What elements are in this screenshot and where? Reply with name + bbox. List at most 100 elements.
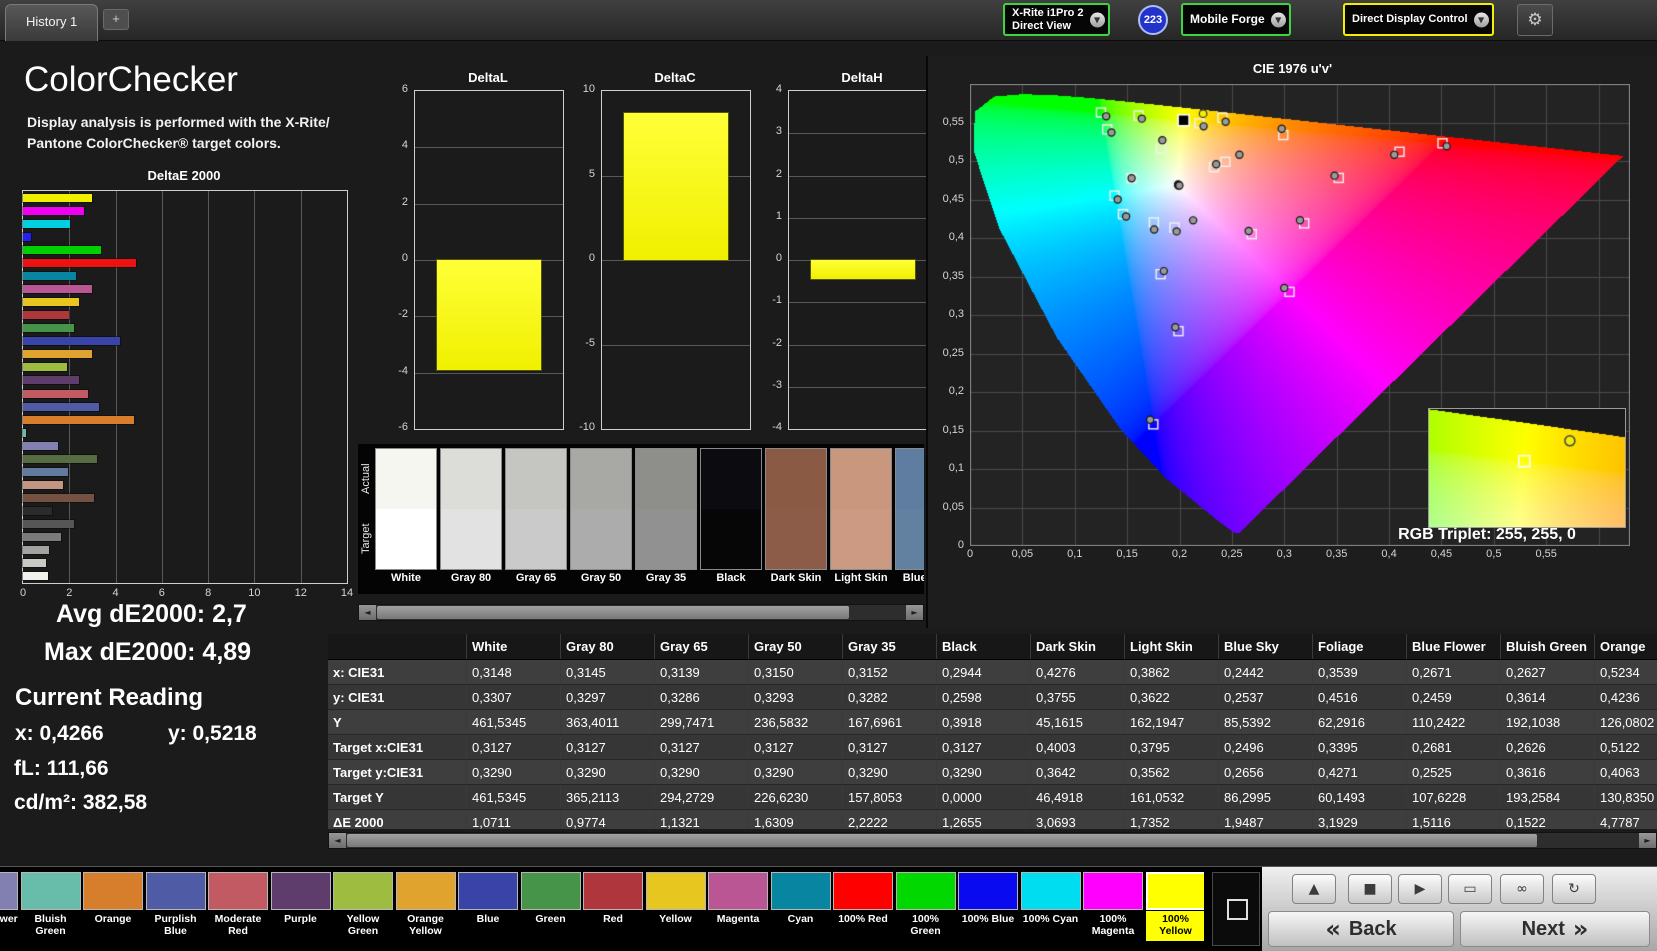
- pattern-tile-label: 100% Magenta: [1083, 911, 1143, 941]
- axis-tick-label: -4: [398, 365, 408, 377]
- pattern-tile-swatch: [0, 872, 18, 910]
- pattern-tile-bluish-green[interactable]: Bluish Green: [21, 872, 81, 941]
- current-reading-label: Current Reading: [15, 684, 203, 712]
- patch-swatch: [765, 448, 827, 570]
- cie-x-ticks: 00,050,10,150,20,250,30,350,40,450,50,55: [970, 548, 1630, 562]
- patch-swatch: [700, 448, 762, 570]
- deltae-bar-red: [23, 311, 69, 319]
- play-button[interactable]: ▶: [1398, 874, 1442, 904]
- scroll-right-button[interactable]: ►: [1639, 833, 1656, 848]
- table-cell: 0,3755: [1031, 685, 1125, 710]
- scrollbar-thumb[interactable]: [377, 606, 849, 619]
- pattern-tile-100-blue[interactable]: 100% Blue: [958, 872, 1018, 941]
- eject-button[interactable]: ▲: [1292, 874, 1336, 904]
- table-cell: 3,1929: [1313, 810, 1407, 830]
- table-header-dark-skin: Dark Skin: [1031, 634, 1125, 660]
- pattern-tile-purplish-blue[interactable]: Purplish Blue: [146, 872, 206, 941]
- transport-controls: ▲ ■▶▭ ∞ ↻ « Back Next »: [1262, 867, 1657, 951]
- pattern-tile-cyan[interactable]: Cyan: [771, 872, 831, 941]
- table-cell: 46,4918: [1031, 785, 1125, 810]
- table-cell: 0,3152: [843, 660, 937, 685]
- settings-button[interactable]: ⚙: [1517, 4, 1553, 36]
- table-cell: 0,5234: [1595, 660, 1657, 685]
- pattern-tile-label: Blue Flower: [0, 911, 18, 941]
- patch-blue-sky[interactable]: Blue Sky: [895, 448, 924, 594]
- table-cell: 0,4063: [1595, 760, 1657, 785]
- stop-button[interactable]: ■: [1348, 874, 1392, 904]
- max-de2000-value: Max dE2000: 4,89: [44, 638, 251, 667]
- patch-gray-65[interactable]: Gray 65: [505, 448, 567, 594]
- next-button[interactable]: Next »: [1460, 911, 1650, 947]
- patch-gray-35[interactable]: Gray 35: [635, 448, 697, 594]
- table-header-orange: Orange: [1595, 634, 1657, 660]
- pattern-tile-moderate-red[interactable]: Moderate Red: [208, 872, 268, 941]
- table-cell: 86,2995: [1219, 785, 1313, 810]
- chevron-down-icon[interactable]: ▼: [1271, 12, 1286, 27]
- patch-label: Gray 50: [570, 570, 632, 586]
- scroll-left-button[interactable]: ◄: [329, 833, 346, 848]
- pattern-tile-blue-flower[interactable]: Blue Flower: [0, 872, 18, 941]
- table-cell: 193,2584: [1501, 785, 1595, 810]
- loop-button[interactable]: ∞: [1500, 874, 1544, 904]
- deltah-axis-labels: -4-3-2-101234: [754, 70, 784, 462]
- pattern-window-button[interactable]: [1212, 872, 1260, 946]
- table-cell: 0,3286: [655, 685, 749, 710]
- axis-tick-label: 0: [20, 587, 26, 599]
- deltae-bar-light-skin: [23, 481, 63, 489]
- frame-button[interactable]: ▭: [1448, 874, 1492, 904]
- pattern-tile-red[interactable]: Red: [583, 872, 643, 941]
- table-cell: 0,3290: [749, 760, 843, 785]
- scroll-left-button[interactable]: ◄: [359, 605, 376, 620]
- table-row-target-y-cie31: Target y:CIE310,32900,32900,32900,32900,…: [328, 760, 1657, 785]
- pattern-tile-orange-yellow[interactable]: Orange Yellow: [396, 872, 456, 941]
- patch-black[interactable]: Black: [700, 448, 762, 594]
- display-control-dropdown[interactable]: Direct Display Control ▼: [1343, 3, 1494, 36]
- table-cell: 0,2459: [1407, 685, 1501, 710]
- scrollbar-thumb[interactable]: [347, 834, 1537, 847]
- scroll-right-button[interactable]: ►: [906, 605, 923, 620]
- pattern-tile-100-green[interactable]: 100% Green: [896, 872, 956, 941]
- scrollbar-track[interactable]: [346, 833, 1639, 848]
- current-y-value: y: 0,5218: [168, 722, 257, 746]
- tab-history-1[interactable]: History 1: [5, 4, 98, 41]
- add-tab-button[interactable]: +: [103, 9, 129, 30]
- patch-white[interactable]: White: [375, 448, 437, 594]
- refresh-button[interactable]: ↻: [1552, 874, 1596, 904]
- deltae-bar-blue-sky: [23, 468, 68, 476]
- patch-swatch: [505, 448, 567, 570]
- cie-y-tick-label: 0,15: [943, 424, 964, 436]
- pattern-tile-swatch: [21, 872, 81, 910]
- cie-y-tick-label: 0,55: [943, 116, 964, 128]
- scrollbar-track[interactable]: [376, 605, 906, 620]
- table-row-label: ΔE 2000: [328, 810, 467, 830]
- pattern-tile-yellow[interactable]: Yellow: [646, 872, 706, 941]
- patch-label: Dark Skin: [765, 570, 827, 586]
- meter-device-line2: Direct View: [1012, 20, 1084, 33]
- pattern-tile-100-cyan[interactable]: 100% Cyan: [1021, 872, 1081, 941]
- workflow-dropdown[interactable]: Mobile Forge ▼: [1181, 3, 1291, 36]
- pattern-tile-magenta[interactable]: Magenta: [708, 872, 768, 941]
- chevron-down-icon[interactable]: ▼: [1474, 12, 1489, 27]
- pattern-tile-100-red[interactable]: 100% Red: [833, 872, 893, 941]
- meter-device-dropdown[interactable]: X-Rite i1Pro 2 Direct View ▼: [1003, 3, 1110, 36]
- patch-gray-80[interactable]: Gray 80: [440, 448, 502, 594]
- pattern-tile-yellow-green[interactable]: Yellow Green: [333, 872, 393, 941]
- deltae2000-chart: DeltaE 2000 02468101214: [18, 168, 352, 608]
- pattern-tile-100-magenta[interactable]: 100% Magenta: [1083, 872, 1143, 941]
- table-header-bluish-green: Bluish Green: [1501, 634, 1595, 660]
- pattern-tile-blue[interactable]: Blue: [458, 872, 518, 941]
- table-cell: 226,6230: [749, 785, 843, 810]
- table-header-gray-50: Gray 50: [749, 634, 843, 660]
- patch-light-skin[interactable]: Light Skin: [830, 448, 892, 594]
- back-button[interactable]: « Back: [1268, 911, 1454, 947]
- patch-dark-skin[interactable]: Dark Skin: [765, 448, 827, 594]
- patch-strip-scrollbar[interactable]: ◄ ►: [358, 604, 924, 621]
- pattern-tile-purple[interactable]: Purple: [271, 872, 331, 941]
- results-table-scrollbar[interactable]: ◄ ►: [328, 832, 1657, 849]
- axis-tick-label: 0: [776, 252, 782, 264]
- chevron-down-icon[interactable]: ▼: [1090, 12, 1105, 27]
- pattern-tile-100-yellow[interactable]: 100% Yellow: [1146, 872, 1205, 941]
- pattern-tile-orange[interactable]: Orange: [83, 872, 143, 941]
- patch-gray-50[interactable]: Gray 50: [570, 448, 632, 594]
- pattern-tile-green[interactable]: Green: [521, 872, 581, 941]
